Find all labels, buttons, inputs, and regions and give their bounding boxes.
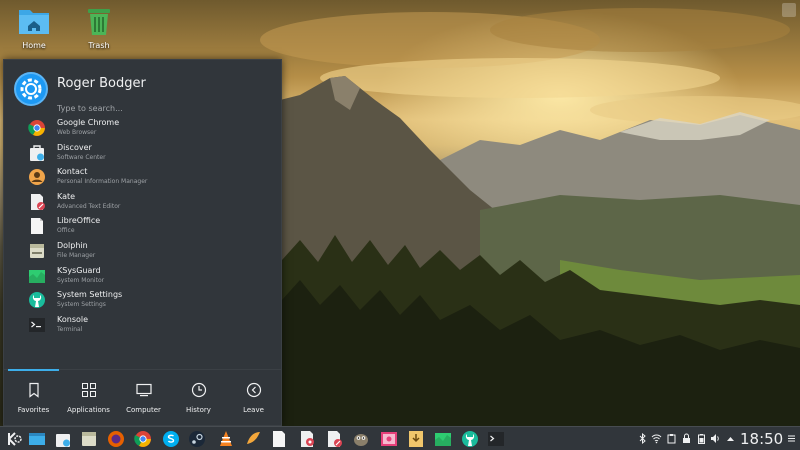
app-description: Web Browser <box>57 129 97 136</box>
app-name: Dolphin <box>57 240 88 250</box>
monitor-icon <box>135 383 152 397</box>
list-item-ksysguard[interactable]: KSysGuard System Monitor <box>4 264 281 289</box>
konsole-icon <box>29 317 45 332</box>
system-settings-icon[interactable] <box>461 430 479 448</box>
gwenview-icon[interactable] <box>380 430 398 448</box>
volume-icon[interactable] <box>710 433 721 444</box>
desktop-icon-label: Home <box>22 41 46 50</box>
tab-computer[interactable]: Computer <box>116 370 171 426</box>
list-item-system-settings[interactable]: System Settings System Settings <box>4 288 281 313</box>
taskbar: 18:50 <box>0 426 800 450</box>
gimp-icon[interactable] <box>352 430 370 448</box>
list-item-dolphin[interactable]: Dolphin File Manager <box>4 239 281 264</box>
kate-icon <box>31 193 45 210</box>
app-name: Konsole <box>57 314 89 324</box>
list-item-konsole[interactable]: Konsole Terminal <box>4 313 281 338</box>
app-name: LibreOffice <box>57 216 101 226</box>
skype-icon[interactable] <box>162 430 180 448</box>
okular-icon[interactable] <box>298 430 316 448</box>
app-description: Office <box>57 227 75 235</box>
list-item-kate[interactable]: Kate Advanced Text Editor <box>4 190 281 215</box>
tab-applications[interactable]: Applications <box>61 370 116 426</box>
kde-gear-icon <box>20 78 42 100</box>
tab-label: Computer <box>126 406 161 414</box>
kde-launcher-icon[interactable] <box>5 430 23 448</box>
battery-icon[interactable] <box>696 433 707 444</box>
desktop-toolbox-button[interactable] <box>782 3 796 17</box>
app-description: System Settings <box>57 301 106 309</box>
tab-label: History <box>186 406 211 414</box>
app-name: Google Chrome <box>57 118 120 127</box>
user-name: Roger Bodger <box>57 76 146 91</box>
dolphin-icon[interactable] <box>80 430 98 448</box>
app-description: Personal Information Manager <box>57 178 148 186</box>
system-settings-icon <box>29 292 45 309</box>
app-name: Discover <box>57 142 92 152</box>
bluetooth-icon[interactable] <box>637 433 648 444</box>
search-input[interactable] <box>57 101 257 115</box>
desktop-icon-home[interactable]: Home <box>6 6 62 50</box>
panel-menu-icon[interactable] <box>786 433 797 444</box>
tab-history[interactable]: History <box>171 370 226 426</box>
folder-home-icon <box>19 10 49 34</box>
list-item-discover[interactable]: Discover Software Center <box>4 141 281 166</box>
dolphin-icon <box>30 243 44 258</box>
arrow-left-icon <box>246 382 261 398</box>
app-name: KSysGuard <box>57 265 101 275</box>
wifi-icon[interactable] <box>651 433 662 444</box>
tab-leave[interactable]: Leave <box>226 370 281 426</box>
app-description: Software Center <box>57 153 106 161</box>
krita-icon[interactable] <box>244 430 262 448</box>
tab-label: Leave <box>243 406 264 414</box>
tab-label: Favorites <box>17 406 50 414</box>
favorites-list: Google Chrome Web Browser Discover Softw… <box>4 116 281 337</box>
desktop-show-icon[interactable] <box>28 430 46 448</box>
application-launcher: Roger Bodger Google Chrome Web Browser D… <box>3 59 282 426</box>
ksysguard-icon[interactable] <box>434 430 452 448</box>
launcher-tab-bar: Favorites Applications Computer History … <box>4 369 281 425</box>
discover-icon[interactable] <box>54 430 72 448</box>
list-item-google-chrome[interactable]: Google Chrome Web Browser <box>4 116 281 141</box>
app-description: Advanced Text Editor <box>57 202 121 210</box>
tray-expand-arrow-icon[interactable] <box>725 433 736 444</box>
chrome-icon <box>28 120 45 136</box>
desktop-icon-trash[interactable]: Trash <box>71 6 127 50</box>
bookmark-icon <box>28 382 39 398</box>
ksysguard-icon <box>29 269 45 283</box>
desktop-icon-label: Trash <box>88 41 110 50</box>
avatar[interactable] <box>14 72 48 106</box>
libreoffice-icon[interactable] <box>270 430 288 448</box>
ark-download-icon[interactable] <box>407 430 425 448</box>
libreoffice-icon <box>31 218 43 235</box>
konsole-icon[interactable] <box>487 430 505 448</box>
app-name: Kate <box>57 191 76 201</box>
app-description: Terminal <box>57 325 83 333</box>
chrome-icon[interactable] <box>134 430 152 448</box>
list-item-kontact[interactable]: Kontact Personal Information Manager <box>4 165 281 190</box>
app-name: Kontact <box>57 167 88 177</box>
app-description: File Manager <box>57 251 96 259</box>
discover-icon <box>30 144 44 161</box>
vlc-icon[interactable] <box>217 430 235 448</box>
firefox-icon[interactable] <box>107 430 125 448</box>
tab-favorites[interactable]: Favorites <box>6 369 61 426</box>
tab-label: Applications <box>67 406 110 414</box>
grid-icon <box>81 383 96 397</box>
trash-icon <box>88 9 110 35</box>
kontact-icon <box>29 169 45 186</box>
clipboard-icon[interactable] <box>666 433 677 444</box>
list-item-libreoffice[interactable]: LibreOffice Office <box>4 214 281 239</box>
app-description: System Monitor <box>57 276 105 284</box>
kate-icon[interactable] <box>325 430 343 448</box>
lock-icon[interactable] <box>681 433 692 444</box>
steam-icon[interactable] <box>188 430 206 448</box>
clock-icon <box>191 382 206 398</box>
app-name: System Settings <box>57 290 123 300</box>
digital-clock[interactable]: 18:50 <box>740 430 783 448</box>
